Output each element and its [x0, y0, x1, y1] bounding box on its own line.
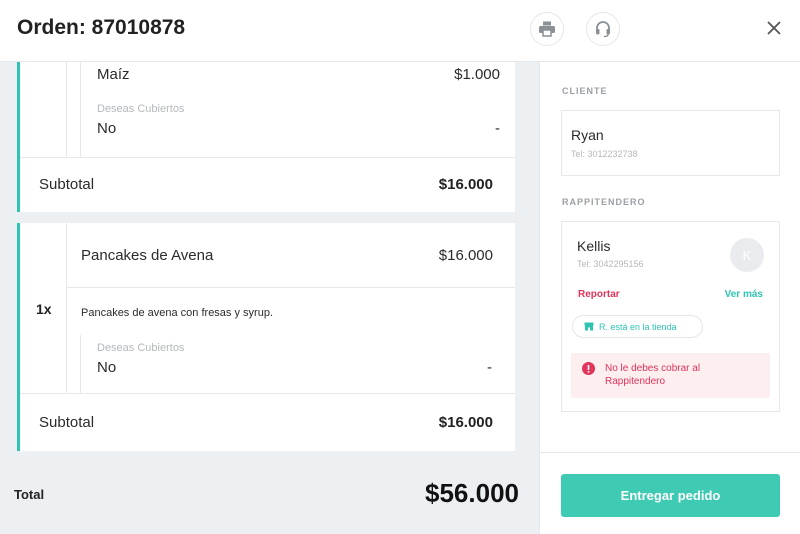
option-price: - [495, 120, 500, 137]
see-more-link[interactable]: Ver más [725, 289, 763, 300]
courier-name: Kellis [577, 238, 611, 254]
alert-text: No le debes cobrar al Rappitendero [605, 363, 701, 387]
option-label: Deseas Cubiertos [97, 103, 185, 115]
item-header-row: Pancakes de Avena $16.000 [67, 223, 515, 287]
subtotal-value: $16.000 [438, 176, 493, 193]
order-header: Orden: 87010878 [0, 0, 800, 62]
order-items-panel: Maíz $1.000 Deseas Cubiertos No - Subtot… [0, 62, 539, 534]
item-details: Maíz $1.000 Deseas Cubiertos No - [80, 62, 500, 157]
status-pill-text: R. está en la tienda [599, 321, 677, 332]
option-value: No [97, 359, 117, 376]
divider [20, 157, 515, 158]
divider [67, 287, 515, 288]
client-phone: Tel: 3012232738 [571, 149, 638, 159]
client-section-label: CLIENTE [562, 86, 608, 96]
support-button[interactable] [586, 12, 620, 46]
courier-phone: Tel: 3042295156 [577, 259, 644, 269]
order-item-card: 1x Pancakes de Avena $16.000 Pancakes de… [17, 223, 515, 451]
quantity-column: 1x [20, 223, 67, 393]
client-card: Ryan Tel: 3012232738 [561, 110, 780, 176]
courier-status-pill[interactable]: R. está en la tienda [572, 315, 703, 338]
subtotal-label: Subtotal [39, 414, 95, 431]
item-options: Deseas Cubiertos No - [80, 335, 514, 393]
store-icon [584, 322, 594, 331]
item-name: Pancakes de Avena [81, 247, 214, 264]
item-description: Pancakes de avena con fresas y syrup. [81, 307, 273, 319]
total-label: Total [14, 487, 45, 502]
option-label: Deseas Cubiertos [97, 342, 185, 354]
info-icon [582, 362, 595, 375]
subtotal-label: Subtotal [39, 176, 95, 193]
total-value: $56.000 [425, 478, 519, 508]
subtotal-value: $16.000 [438, 414, 493, 431]
order-total-row: Total $56.000 [0, 452, 539, 534]
item-price: $1.000 [454, 66, 500, 83]
item-price: $16.000 [438, 247, 493, 264]
order-item-card: Maíz $1.000 Deseas Cubiertos No - Subtot… [17, 62, 515, 212]
sidebar-footer: Entregar pedido [540, 452, 800, 534]
option-value: No [97, 120, 117, 137]
item-quantity: 1x [36, 301, 52, 317]
close-button[interactable] [764, 18, 784, 38]
quantity-column [20, 62, 67, 157]
payment-alert: No le debes cobrar al Rappitendero [571, 353, 770, 398]
item-name: Maíz [97, 66, 130, 83]
option-price: - [487, 359, 492, 376]
report-link[interactable]: Reportar [578, 289, 620, 300]
deliver-order-button[interactable]: Entregar pedido [561, 474, 780, 517]
courier-card: Kellis Tel: 3042295156 K Reportar Ver má… [561, 221, 780, 412]
close-icon [767, 21, 781, 35]
client-name: Ryan [571, 127, 604, 143]
order-info-sidebar: CLIENTE Ryan Tel: 3012232738 RAPPITENDER… [539, 62, 800, 534]
headset-icon [596, 21, 610, 38]
courier-section-label: RAPPITENDERO [562, 197, 646, 207]
avatar-initial: K [742, 247, 752, 263]
page-title: Orden: 87010878 [17, 16, 186, 39]
printer-icon [539, 21, 555, 37]
print-button[interactable] [530, 12, 564, 46]
divider [20, 393, 515, 394]
avatar: K [730, 238, 764, 272]
